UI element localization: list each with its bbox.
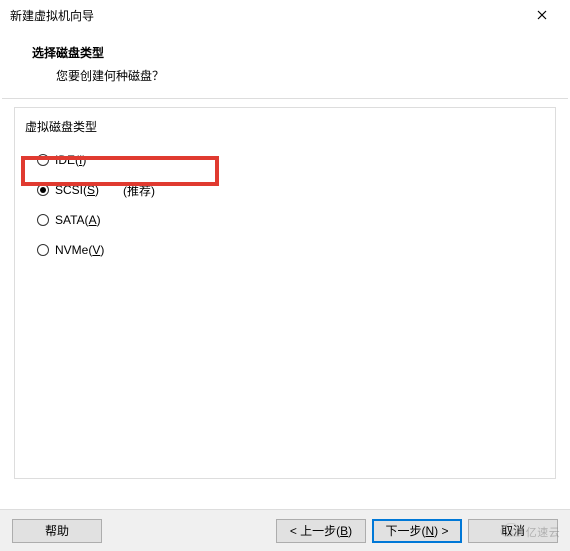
titlebar: 新建虚拟机向导 [0,0,570,30]
option-label: NVMe(V) [55,243,104,257]
radio-icon [37,244,49,256]
divider [2,98,568,99]
radio-icon [37,214,49,226]
page-subheading: 您要创建何种磁盘？ [32,67,560,84]
cancel-button[interactable]: 取消 [468,519,558,543]
close-button[interactable] [522,1,562,29]
option-sata[interactable]: SATA(A) [25,205,545,235]
footer: 帮助 < 上一步(B) 下一步(N) > 取消 [0,509,570,551]
option-scsi[interactable]: SCSI(S) (推荐) [25,175,545,205]
option-nvme[interactable]: NVMe(V) [25,235,545,265]
back-button[interactable]: < 上一步(B) [276,519,366,543]
next-button[interactable]: 下一步(N) > [372,519,462,543]
help-button[interactable]: 帮助 [12,519,102,543]
radio-icon [37,154,49,166]
content-panel: 虚拟磁盘类型 IDE(I) SCSI(S) (推荐) SATA(A) NVMe(… [14,107,556,479]
option-label: IDE(I) [55,153,86,167]
group-label-disk-type: 虚拟磁盘类型 [25,118,545,135]
close-icon [537,7,547,23]
option-ide[interactable]: IDE(I) [25,145,545,175]
radio-icon [37,184,49,196]
page-heading: 选择磁盘类型 [32,44,560,61]
option-label: SCSI(S) [55,183,99,197]
option-label: SATA(A) [55,213,101,227]
window-title: 新建虚拟机向导 [10,7,522,24]
wizard-header: 选择磁盘类型 您要创建何种磁盘？ [0,30,570,98]
recommended-label: (推荐) [123,182,155,199]
